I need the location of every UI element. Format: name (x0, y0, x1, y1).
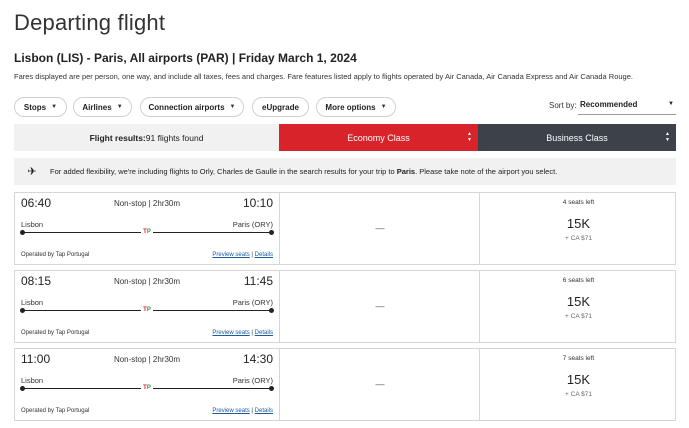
economy-fare-cell: — (279, 349, 479, 420)
origin-city: Lisbon (21, 376, 44, 385)
eupgrade-label: eUpgrade (262, 102, 299, 112)
sort-value: Recommended (580, 100, 638, 109)
flight-duration: Non-stop | 2hr30m (113, 199, 181, 208)
sort-select[interactable]: Recommended ▼ (578, 97, 676, 115)
seats-left: 4 seats left (562, 199, 595, 206)
points-price: 15K (566, 372, 591, 387)
banner-text-before: For added flexibility, we're including f… (50, 167, 397, 176)
economy-unavailable: — (375, 379, 385, 389)
seats-left: 6 seats left (562, 277, 595, 284)
points-price: 15K (566, 294, 591, 309)
business-class-tab[interactable]: Business Class ▲ ▼ (478, 124, 676, 151)
flight-results-label: Flight results: (89, 132, 146, 143)
route-title: Lisbon (LIS) - Paris, All airports (PAR)… (14, 51, 357, 65)
page-title: Departing flight (14, 10, 166, 35)
economy-unavailable: — (375, 223, 385, 233)
more-options-button[interactable]: More options ▼ (316, 97, 396, 117)
flight-info: 08:15 Non-stop | 2hr30m 11:45 Lisbon Par… (15, 271, 279, 342)
caret-down-icon: ▼ (116, 104, 123, 110)
origin-city: Lisbon (21, 220, 44, 229)
flight-links: Preview seats | Details (212, 252, 273, 258)
arrival-time: 14:30 (242, 352, 273, 366)
banner-highlight: Paris (396, 167, 416, 176)
tap-logo-icon: TP (141, 306, 153, 314)
arrival-time: 10:10 (242, 196, 273, 210)
arrival-time: 11:45 (243, 274, 273, 288)
airlines-filter-button[interactable]: Airlines ▼ (73, 97, 132, 117)
sort-arrows-icon: ▲ ▼ (665, 131, 670, 143)
flight-card: 08:15 Non-stop | 2hr30m 11:45 Lisbon Par… (14, 270, 676, 343)
economy-class-tab[interactable]: Economy Class ▲ ▼ (279, 124, 478, 151)
destination-dot (269, 308, 274, 313)
flight-links: Preview seats | Details (212, 408, 273, 414)
sort-by-label: Sort by: (549, 101, 577, 110)
stops-filter-button[interactable]: Stops ▼ (14, 97, 67, 117)
flexibility-banner: ✈ For added flexibility, we're including… (14, 158, 676, 185)
destination-dot (269, 386, 274, 391)
origin-dot (20, 386, 25, 391)
operated-by: Operated by Tap Portugal (21, 252, 90, 258)
airlines-label: Airlines (82, 102, 112, 112)
points-price: 15K (566, 216, 591, 231)
destination-city: Paris (ORY) (232, 220, 273, 229)
details-link[interactable]: Details (255, 330, 273, 336)
destination-city: Paris (ORY) (232, 376, 273, 385)
caret-down-icon: ▼ (380, 104, 387, 110)
banner-text-after: . Please take note of the airport you se… (415, 167, 558, 176)
flight-card: 11:00 Non-stop | 2hr30m 14:30 Lisbon Par… (14, 348, 676, 421)
stops-label: Stops (23, 102, 47, 112)
connection-airports-label: Connection airports (148, 102, 225, 112)
cash-price: + CA $71 (565, 313, 592, 320)
origin-dot (20, 308, 25, 313)
business-fare-cell[interactable]: 4 seats left 15K + CA $71 (479, 193, 676, 264)
flight-duration: Non-stop | 2hr30m (113, 277, 181, 286)
tap-logo-icon: TP (141, 384, 153, 392)
details-link[interactable]: Details (255, 408, 273, 414)
destination-city: Paris (ORY) (232, 298, 273, 307)
economy-class-label: Economy Class (347, 132, 410, 143)
flight-card: 06:40 Non-stop | 2hr30m 10:10 Lisbon Par… (14, 192, 676, 265)
more-options-label: More options (325, 102, 376, 112)
business-fare-cell[interactable]: 6 seats left 15K + CA $71 (479, 271, 676, 342)
origin-dot (20, 230, 25, 235)
preview-seats-link[interactable]: Preview seats (212, 408, 249, 414)
preview-seats-link[interactable]: Preview seats (212, 330, 249, 336)
flight-info: 06:40 Non-stop | 2hr30m 10:10 Lisbon Par… (15, 193, 279, 264)
business-fare-cell[interactable]: 7 seats left 15K + CA $71 (479, 349, 676, 420)
flight-info: 11:00 Non-stop | 2hr30m 14:30 Lisbon Par… (15, 349, 279, 420)
fare-note: Fares displayed are per person, one way,… (14, 72, 633, 81)
eupgrade-filter-button[interactable]: eUpgrade (252, 97, 309, 117)
economy-unavailable: — (375, 301, 385, 311)
seats-left: 7 seats left (562, 355, 595, 362)
preview-seats-link[interactable]: Preview seats (212, 252, 249, 258)
flight-links: Preview seats | Details (212, 330, 273, 336)
cash-price: + CA $71 (565, 391, 592, 398)
operated-by: Operated by Tap Portugal (21, 408, 90, 414)
airplane-icon: ✈ (27, 166, 37, 178)
business-class-label: Business Class (546, 132, 608, 143)
operated-by: Operated by Tap Portugal (21, 330, 90, 336)
details-link[interactable]: Details (255, 252, 273, 258)
sort-arrows-icon: ▲ ▼ (467, 131, 472, 143)
tap-logo-icon: TP (141, 228, 153, 236)
flight-results-tab: Flight results: 91 flights found (14, 124, 279, 151)
flight-results-count: 91 flights found (145, 132, 204, 143)
connection-airports-filter-button[interactable]: Connection airports ▼ (140, 97, 244, 117)
economy-fare-cell: — (279, 271, 479, 342)
destination-dot (269, 230, 274, 235)
cash-price: + CA $71 (565, 235, 592, 242)
caret-down-icon: ▼ (668, 101, 674, 107)
origin-city: Lisbon (21, 298, 44, 307)
banner-text: For added flexibility, we're including f… (50, 167, 557, 176)
economy-fare-cell: — (279, 193, 479, 264)
caret-down-icon: ▼ (229, 104, 236, 110)
flight-duration: Non-stop | 2hr30m (113, 355, 181, 364)
caret-down-icon: ▼ (51, 104, 58, 110)
